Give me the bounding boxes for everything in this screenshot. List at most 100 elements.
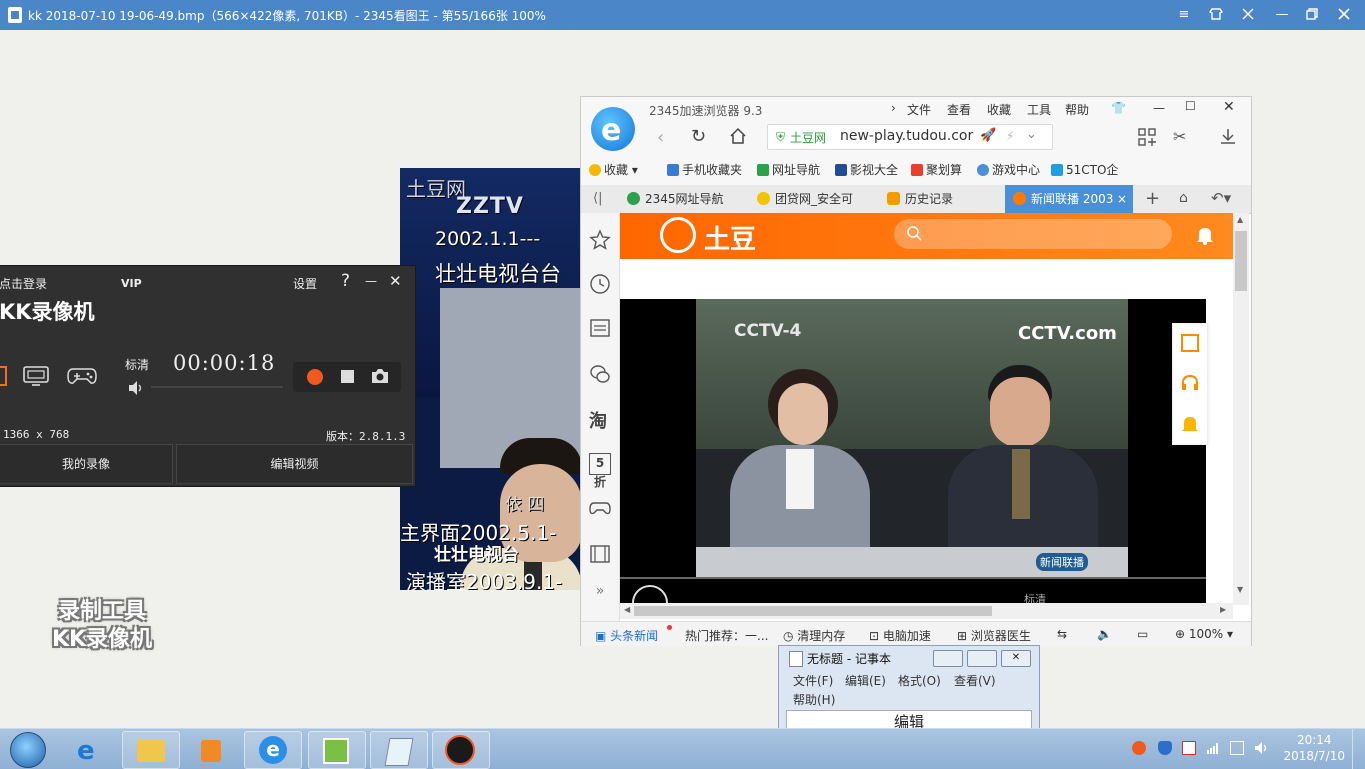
region-mode-icon[interactable] [0,366,7,386]
address-url[interactable]: new-play.tudou.cor [840,128,973,144]
bookmark-games[interactable]: 游戏中心 [977,161,1040,178]
close-button[interactable]: ✕ [389,272,402,290]
tab-news-active[interactable]: 新闻联播 2003 × [1005,185,1133,213]
headset-icon[interactable] [1180,374,1200,397]
bookmark-51cto[interactable]: 51CTO企 [1051,161,1118,178]
notepad-menu-format[interactable]: 格式(O) [898,672,941,689]
skin-icon[interactable] [1208,7,1224,23]
notepad-close-button[interactable]: ✕ [1001,650,1031,667]
tudou-search-input[interactable] [894,219,1172,249]
more-icon[interactable]: » [589,583,611,605]
record-icon[interactable] [307,369,323,385]
discount-icon[interactable]: 5折 [589,453,611,489]
fullscreen-icon[interactable] [1240,7,1256,23]
wechat-icon[interactable] [589,363,611,385]
back-icon[interactable]: ‹ [657,127,664,148]
new-tab-icon[interactable]: + [1145,188,1160,209]
history-clock-icon[interactable] [589,273,611,295]
bookmark-video[interactable]: 影视大全 [835,161,898,178]
status-speedup[interactable]: ⊡ 电脑加速 [869,627,931,644]
tray-volume-icon[interactable] [1254,741,1268,755]
login-link[interactable]: 点击登录 [0,275,47,292]
my-recordings-button[interactable]: 我的录像 [0,444,173,484]
notepad-menu-file[interactable]: 文件(F) [793,672,833,689]
menu-icon[interactable]: ≡ [1176,7,1192,23]
bookmark-nav[interactable]: 网址导航 [757,161,820,178]
status-clean-memory[interactable]: ◷ 清理内存 [783,627,845,644]
taskbar-clock[interactable]: 20:14 2018/7/10 [1283,732,1345,764]
edit-video-button[interactable]: 编辑视频 [176,444,413,484]
restore-tab-icon[interactable]: ⌂ [1179,190,1188,206]
address-bar[interactable]: ⛨ 土豆网 new-play.tudou.cor 🚀 ⚡ ⌄ [767,124,1053,150]
game-mode-icon[interactable] [67,366,97,389]
tab-close-icon[interactable]: × [1117,185,1127,213]
rocket-icon[interactable]: 🚀 [980,128,996,143]
menu-view[interactable]: 查看 [947,101,971,118]
maximize-window-button[interactable] [1304,7,1320,23]
menu-file[interactable]: 文件 [907,101,931,118]
tray-network-icon[interactable] [1206,741,1220,755]
notepad-menu-edit[interactable]: 编辑(E) [845,672,886,689]
volume-icon[interactable] [127,380,145,399]
status-doctor[interactable]: ⊞ 浏览器医生 [957,627,1031,644]
vertical-scrollbar[interactable]: ▲ ▼ [1233,213,1249,605]
tab-tuandai[interactable]: 团贷网_安全可 [749,185,877,213]
taskbar-image-viewer-icon[interactable] [308,731,366,769]
video-player[interactable]: CCTV-4 CCTV.com 新闻联播 标清 [620,299,1206,605]
volume-slider[interactable] [151,386,283,388]
minimize-window-button[interactable]: — [1274,7,1290,23]
bell-icon[interactable] [1196,225,1214,248]
film-icon[interactable] [589,543,611,565]
tab-history[interactable]: 历史记录 [879,185,1003,213]
news-icon[interactable] [589,317,611,339]
menu-tools[interactable]: 工具 [1027,101,1051,118]
taskbar-explorer-icon[interactable] [122,731,180,769]
maximize-browser-button[interactable]: ☐ [1185,99,1196,113]
star-icon[interactable] [589,229,611,251]
sidebar-toggle-icon[interactable]: ⟨| [593,191,602,206]
fullscreen-mode-icon[interactable] [23,366,49,389]
tray-kk-icon[interactable] [1132,741,1146,755]
undo-close-icon[interactable]: ↶▾ [1211,189,1231,207]
stop-icon[interactable] [341,370,354,383]
tray-flag-icon[interactable] [1182,741,1196,755]
video-progress-bar[interactable] [620,577,1206,579]
notepad-minimize-button[interactable] [933,650,963,667]
lightning-icon[interactable]: ⚡ [1006,129,1014,143]
start-button[interactable] [10,732,46,768]
refresh-icon[interactable]: ↻ [691,126,706,147]
taobao-icon[interactable]: 淘 [589,407,611,432]
bookmark-favorites[interactable]: 收藏 ▾ [589,161,638,178]
status-hot[interactable]: 热门推荐：一... [685,627,768,644]
taskbar-browser-icon[interactable]: e [244,731,302,769]
close-browser-button[interactable]: ✕ [1223,99,1235,115]
minimize-browser-button[interactable]: — [1153,101,1165,115]
bookmark-juhuasuan[interactable]: 聚划算 [911,161,962,178]
apps-grid-icon[interactable] [1137,127,1157,150]
screenshot-camera-icon[interactable] [371,368,389,387]
vertical-scroll-thumb[interactable] [1235,231,1247,291]
scissors-icon[interactable]: ✂ [1173,127,1186,146]
taskbar-ie-icon[interactable]: e [62,731,120,769]
taskbar-kk-recorder-icon[interactable] [432,731,490,769]
home-icon[interactable] [729,127,747,148]
quality-label[interactable]: 标清 [125,356,149,373]
status-zoom[interactable]: ⊕ 100% ▾ [1175,627,1233,641]
help-button[interactable]: ? [341,271,350,291]
status-news[interactable]: ▣ 头条新闻 [595,627,658,644]
chevron-right-icon[interactable]: › [891,101,896,115]
notepad-maximize-button[interactable] [967,650,997,667]
bookmark-mobile[interactable]: 手机收藏夹 [667,161,742,178]
download-icon[interactable] [1219,127,1237,148]
tab-2345[interactable]: 2345网址导航 [619,185,747,213]
tray-shield-icon[interactable] [1158,741,1172,755]
show-desktop-button[interactable] [1352,729,1365,769]
screen-icon[interactable]: ▭ [1137,627,1148,641]
menu-help[interactable]: 帮助 [1065,101,1089,118]
speaker-icon[interactable]: 🔈 [1097,627,1112,641]
chevron-down-icon[interactable]: ⌄ [1026,127,1037,142]
minimize-button[interactable]: — [365,274,377,288]
menu-favorites[interactable]: 收藏 [987,101,1011,118]
shirt-icon[interactable]: 👕 [1111,101,1126,115]
vip-link[interactable]: VIP [121,277,142,290]
